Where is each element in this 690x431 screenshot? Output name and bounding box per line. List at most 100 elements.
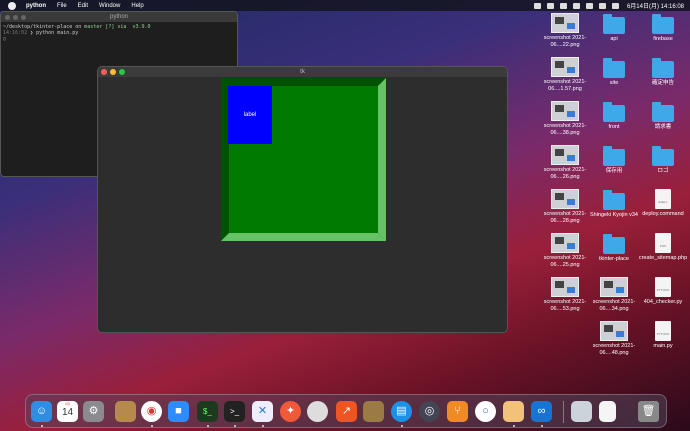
screenshot-thumbnail-icon[interactable] bbox=[600, 321, 628, 341]
tk-titlebar[interactable]: tk bbox=[98, 67, 507, 77]
desktop-item[interactable]: 請求書 bbox=[636, 101, 690, 131]
screenshot-thumbnail-icon[interactable] bbox=[551, 145, 579, 165]
menu-help[interactable]: Help bbox=[131, 3, 143, 9]
desktop-item[interactable]: site bbox=[587, 57, 641, 87]
apple-icon[interactable] bbox=[8, 1, 16, 10]
trash-icon[interactable]: 🗑 bbox=[638, 401, 659, 422]
folder-icon[interactable] bbox=[603, 102, 625, 122]
document-icon[interactable] bbox=[599, 401, 616, 422]
system-preferences-icon[interactable]: ⚙ bbox=[83, 401, 104, 422]
desktop-item[interactable]: PHP create_sitemap.php bbox=[636, 233, 690, 262]
menu-edit[interactable]: Edit bbox=[78, 3, 88, 9]
tk-window[interactable]: tk label bbox=[97, 66, 508, 333]
screenshot-thumbnail-icon[interactable] bbox=[551, 277, 579, 297]
activity-icon[interactable]: ↗ bbox=[336, 401, 357, 422]
minimize-button[interactable] bbox=[110, 69, 116, 75]
calendar-icon[interactable]: 6月 14 bbox=[57, 401, 78, 422]
document-icon[interactable]: PYTHON bbox=[655, 321, 671, 341]
desktop-item[interactable]: screenshot 2021-06....28.png bbox=[538, 189, 592, 224]
desktop-item[interactable]: front bbox=[587, 101, 641, 131]
close-button[interactable] bbox=[5, 15, 10, 20]
desktop-item[interactable]: 確定申告 bbox=[636, 57, 690, 87]
screenshot-thumbnail-icon[interactable] bbox=[551, 101, 579, 121]
folder-icon[interactable] bbox=[603, 58, 625, 78]
folder-icon[interactable] bbox=[603, 146, 625, 166]
desktop-item[interactable]: screenshot 2021-06....48.png bbox=[587, 321, 641, 356]
folder-icon[interactable] bbox=[652, 58, 674, 78]
menu-clock[interactable]: 6月14日(月) 14:16:08 bbox=[627, 1, 684, 10]
control-center-icon[interactable] bbox=[611, 2, 619, 9]
desktop-item[interactable]: screenshot 2021-06....1.57.png bbox=[538, 57, 592, 92]
document-icon[interactable]: PHP bbox=[655, 233, 671, 253]
desktop-item-label: create_sitemap.php bbox=[638, 255, 688, 261]
screenshot-thumbnail-icon[interactable] bbox=[551, 189, 579, 209]
screenshot-thumbnail-icon[interactable] bbox=[600, 277, 628, 297]
desktop-item-label: screenshot 2021-06....38.png bbox=[543, 123, 587, 136]
terminal-titlebar[interactable]: python bbox=[1, 12, 237, 22]
desktop-item-label: deploy.command bbox=[642, 211, 684, 217]
status-icon-3[interactable] bbox=[559, 2, 567, 9]
status-icon-1[interactable] bbox=[533, 2, 541, 9]
photo-booth-icon[interactable] bbox=[503, 401, 524, 422]
document-icon[interactable]: SHELL bbox=[655, 189, 671, 209]
safari-icon[interactable]: ✦ bbox=[280, 401, 301, 422]
desktop-item[interactable]: 保存用 bbox=[587, 145, 641, 175]
desktop-item-label: screenshot 2021-06....28.png bbox=[543, 211, 587, 224]
running-indicator bbox=[513, 425, 515, 427]
keychain-icon[interactable] bbox=[363, 401, 384, 422]
screenshot-thumbnail-icon[interactable] bbox=[551, 57, 579, 77]
desktop-item[interactable]: PYTHON 404_checker.py bbox=[636, 277, 690, 306]
docker-icon[interactable]: ▤ bbox=[391, 401, 412, 422]
desktop-item[interactable]: firebase bbox=[636, 13, 690, 43]
desktop-item[interactable]: screenshot 2021-06....22.png bbox=[538, 13, 592, 48]
sourcetree-icon[interactable]: ⑂ bbox=[447, 401, 468, 422]
desktop-item[interactable]: ロゴ bbox=[636, 145, 690, 175]
minimize-button[interactable] bbox=[13, 15, 18, 20]
menu-file[interactable]: File bbox=[57, 3, 67, 9]
folder-icon[interactable] bbox=[603, 234, 625, 254]
status-icon-2[interactable] bbox=[546, 2, 554, 9]
terminal-icon[interactable]: $_ bbox=[197, 401, 218, 422]
desktop-item[interactable]: PYTHON main.py bbox=[636, 321, 690, 350]
folder-icon[interactable] bbox=[603, 14, 625, 34]
wifi-icon[interactable] bbox=[585, 2, 593, 9]
folder-icon[interactable] bbox=[603, 190, 625, 210]
running-indicator bbox=[41, 425, 43, 427]
terminal-output[interactable]: ~/desktop/tkinter-place on master [?] vi… bbox=[3, 24, 235, 42]
folder-icon[interactable] bbox=[652, 102, 674, 122]
desktop-item[interactable]: tkinter-place bbox=[587, 233, 641, 263]
menu-window[interactable]: Window bbox=[99, 3, 120, 9]
screenshot-thumbnail-icon[interactable] bbox=[551, 13, 579, 33]
menu-app-name[interactable]: python bbox=[26, 3, 46, 9]
close-button[interactable] bbox=[101, 69, 107, 75]
zoom-button[interactable] bbox=[21, 15, 26, 20]
search-icon[interactable] bbox=[598, 2, 606, 9]
desktop-item[interactable]: screenshot 2021-06....25.png bbox=[538, 233, 592, 268]
desktop-item[interactable]: screenshot 2021-06....34.png bbox=[587, 277, 641, 312]
infinity-icon[interactable]: ∞ bbox=[531, 401, 552, 422]
finder-icon[interactable]: ☺ bbox=[31, 401, 52, 422]
desktop-item[interactable]: screenshot 2021-06....38.png bbox=[538, 101, 592, 136]
network-radar-icon[interactable]: ◎ bbox=[419, 401, 440, 422]
archive-utility-icon[interactable] bbox=[115, 401, 136, 422]
folder-icon[interactable] bbox=[652, 146, 674, 166]
vscode-icon[interactable]: ✕ bbox=[252, 401, 273, 422]
chrome-icon[interactable]: ◉ bbox=[141, 401, 162, 422]
preview-icon[interactable] bbox=[571, 401, 592, 422]
iterm-icon[interactable]: >_ bbox=[224, 401, 245, 422]
desktop-item[interactable]: api bbox=[587, 13, 641, 43]
postman-icon[interactable]: ○ bbox=[475, 401, 496, 422]
sequel-pro-icon[interactable] bbox=[307, 401, 328, 422]
calendar-day: 14 bbox=[61, 407, 74, 418]
desktop-item[interactable]: screenshot 2021-06....26.png bbox=[538, 145, 592, 180]
status-icon-4[interactable] bbox=[572, 2, 580, 9]
screenshot-thumbnail-icon[interactable] bbox=[551, 233, 579, 253]
folder-icon[interactable] bbox=[652, 14, 674, 34]
desktop-item[interactable]: screenshot 2021-06....53.png bbox=[538, 277, 592, 312]
desktop-item[interactable]: SHELL deploy.command bbox=[636, 189, 690, 218]
zoom-button[interactable] bbox=[119, 69, 125, 75]
desktop-item[interactable]: Shingeki Kyojin v34 bbox=[587, 189, 641, 219]
zoom-icon[interactable]: ■ bbox=[168, 401, 189, 422]
document-icon[interactable]: PYTHON bbox=[655, 277, 671, 297]
frame-border-bottom bbox=[221, 233, 386, 241]
